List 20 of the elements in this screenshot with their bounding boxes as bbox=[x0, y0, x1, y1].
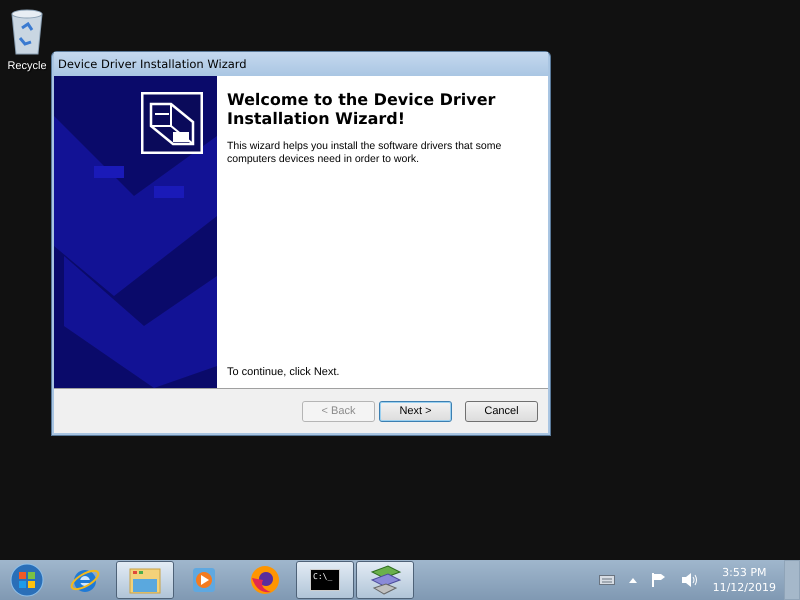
taskbar-button[interactable] bbox=[356, 561, 414, 599]
hardware-box-icon bbox=[141, 92, 203, 154]
desktop-icon-label[interactable]: Recycle bbox=[7, 60, 47, 72]
taskbar-button[interactable]: C:\_ bbox=[296, 561, 354, 599]
window-title: Device Driver Installation Wizard bbox=[58, 57, 247, 71]
wizard-button[interactable]: Cancel bbox=[465, 400, 538, 422]
caret-up-icon[interactable] bbox=[628, 578, 637, 582]
speaker-icon[interactable] bbox=[680, 572, 699, 588]
taskbar-button[interactable] bbox=[116, 561, 174, 599]
flag-icon[interactable] bbox=[650, 572, 667, 588]
wizard-button[interactable]: Next > bbox=[379, 400, 452, 422]
hardware-stack-icon bbox=[368, 564, 402, 596]
console-window-icon: C:\_ bbox=[310, 569, 340, 591]
wizard-heading: Welcome to the Device Driver Installation Wizard! bbox=[227, 90, 496, 128]
continue-instruction: To continue, click Next. bbox=[227, 366, 340, 378]
start-orb-icon[interactable] bbox=[10, 563, 44, 597]
keyboard-icon[interactable] bbox=[598, 575, 615, 585]
fox-globe-icon bbox=[249, 564, 281, 596]
wizard-description: This wizard helps you install the software drivers that some computers devices need in order to work. bbox=[227, 140, 502, 166]
folder-icon bbox=[129, 566, 161, 594]
